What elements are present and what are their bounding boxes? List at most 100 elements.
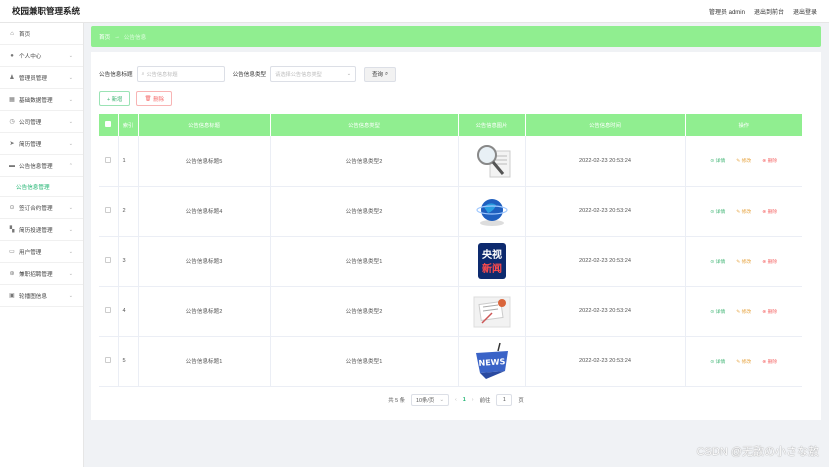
row-actions: ⊙ 详情 ✎ 修改 ⊗ 删除 [685,236,802,287]
sidebar-item-label: 简历管理 [19,141,42,148]
view-label: 详情 [715,159,726,165]
type-select[interactable]: 请选择公告信息类型 ⌄ [270,66,357,82]
header-actions: 操作 [685,114,802,136]
type-filter-label: 公告信息类型 [232,72,267,78]
row-checkbox[interactable] [105,257,112,263]
view-button[interactable]: ⊙ 详情 [710,157,725,164]
main-area: 首页 → 公告信息 公告信息标题 ⌕ 公告信息标题 公告信息类型 请选择公告信息… [91,26,821,420]
row-time: 2022-02-23 20:53:24 [525,136,686,187]
sidebar-subitem-notice[interactable]: 公告信息管理 [0,177,83,197]
row-delete-button[interactable]: ⊗ 删除 [762,358,777,365]
header-type: 公告信息类型 [270,114,459,136]
row-time: 2022-02-23 20:53:24 [525,186,686,237]
sidebar-item-items_after3[interactable]: ⊛ 兼职招聘管理 ⌄ [0,263,83,285]
row-type: 公告信息类型1 [270,336,459,387]
chevron-icon: ⌄ [68,52,73,59]
edit-label: 修改 [741,359,752,365]
row-actions: ⊙ 详情 ✎ 修改 ⊗ 删除 [685,186,802,237]
edit-button[interactable]: ✎ 修改 [736,308,751,315]
admin-label: 管理员 admin [708,9,745,16]
row-select-cell [99,336,119,387]
notice-image [472,291,512,331]
table-row: 2 公告信息标题4 公告信息类型2 2022-02-23 20:53:24 ⊙ 详情 ✎ … [99,186,802,237]
row-checkbox[interactable] [105,357,112,363]
breadcrumb-home[interactable]: 首页 [99,33,110,41]
chevron-down-icon: ⌄ [439,396,444,403]
row-time: 2022-02-23 20:53:24 [525,236,686,287]
row-type: 公告信息类型2 [270,186,459,237]
row-index: 1 [118,136,139,187]
back-to-front-link[interactable]: 退出到前台 [754,7,784,16]
title-filter-label: 公告信息标题 [99,72,133,78]
delete-label: 删除 [767,159,778,165]
type-select-placeholder: 请选择公告信息类型 [275,71,322,78]
goto-page-input[interactable]: 1 [496,393,513,406]
row-checkbox[interactable] [105,207,112,213]
page-number[interactable]: 1 [463,397,466,403]
search-button[interactable]: 查询 ⌕ [364,66,396,82]
row-actions: ⊙ 详情 ✎ 修改 ⊗ 删除 [685,336,802,387]
row-delete-button[interactable]: ⊗ 删除 [762,258,777,265]
delete-label: 删除 [767,359,778,365]
view-button[interactable]: ⊙ 详情 [710,258,725,265]
edit-button[interactable]: ✎ 修改 [736,208,751,215]
row-type: 公告信息类型2 [270,286,459,337]
view-button[interactable]: ⊙ 详情 [710,358,725,365]
chevron-icon: ⌄ [68,204,73,211]
search-button-label: 查询 [372,72,383,78]
sidebar-item-items_after4[interactable]: ▣ 轮播图信息 ⌄ [0,285,83,307]
row-checkbox[interactable] [105,156,112,163]
sidebar-item-label: 轮播图信息 [19,293,47,300]
view-button[interactable]: ⊙ 详情 [710,308,725,315]
row-checkbox[interactable] [105,307,112,313]
chevron-icon: ⌄ [68,292,73,299]
top-right-menu: 管理员 admin 退出到前台 退出登录 [709,7,817,16]
sidebar-item-items_after2[interactable]: ▭ 用户管理 ⌄ [0,241,83,263]
cctv-text-top: 央视 [482,248,502,261]
top-bar: 校园兼职管理系统 管理员 admin 退出到前台 退出登录 [0,0,829,23]
row-delete-button[interactable]: ⊗ 删除 [762,208,777,215]
row-time: 2022-02-23 20:53:24 [525,286,686,337]
row-select-cell [99,186,119,237]
watermark: CSDN @无敌の小さな敖 [696,446,819,458]
sidebar-item-items0[interactable]: ⌂ 首页 [0,23,83,45]
row-title: 公告信息标题1 [138,336,271,387]
view-button[interactable]: ⊙ 详情 [710,208,725,215]
row-delete-button[interactable]: ⊗ 删除 [762,308,777,315]
row-index: 2 [118,186,139,237]
edit-button[interactable]: ✎ 修改 [736,157,751,164]
sidebar-item-items6[interactable]: ▬ 公告信息管理 ⌃ [0,155,83,177]
row-delete-button[interactable]: ⊗ 删除 [762,157,777,164]
delete-button[interactable]: 🗑 删除 [136,91,173,106]
sidebar-item-items5[interactable]: ➤ 简历管理 ⌄ [0,133,83,155]
sidebar-item-items1[interactable]: ● 个人中心 ⌄ [0,45,83,67]
prev-page-icon[interactable]: ‹ [455,397,457,403]
row-image-cell [458,136,526,187]
header-select-all[interactable] [99,114,119,136]
edit-button[interactable]: ✎ 修改 [736,258,751,265]
row-select-cell [99,286,119,337]
select-all-checkbox[interactable] [105,121,112,127]
edit-button[interactable]: ✎ 修改 [736,358,751,365]
logout-link[interactable]: 退出登录 [793,7,817,16]
sidebar-item-items4[interactable]: ◷ 公司管理 ⌄ [0,111,83,133]
row-image-cell [458,286,526,337]
company-icon: ◷ [9,119,15,125]
sidebar-item-items2[interactable]: ♟ 管理员管理 ⌄ [0,67,83,89]
sidebar-item-items_after1[interactable]: ▚ 简历投递管理 ⌄ [0,219,83,241]
row-actions: ⊙ 详情 ✎ 修改 ⊗ 删除 [685,286,802,337]
table-row: 5 公告信息标题1 公告信息类型1 NEWS 2022-02-23 20:53:24 ⊙ … [99,336,802,387]
title-search-placeholder: 公告信息标题 [146,71,178,78]
sidebar-item-items3[interactable]: ▦ 基础数据管理 ⌄ [0,89,83,111]
next-page-icon[interactable]: › [472,397,474,403]
title-search-input[interactable]: ⌕ 公告信息标题 [136,66,225,82]
sidebar-item-items_after0[interactable]: ⊙ 签订合约管理 ⌄ [0,197,83,219]
sidebar-item-label: 公司管理 [19,119,42,126]
recruit-icon: ⊛ [9,271,15,277]
header-title: 公告信息标题 [138,114,271,136]
table-row: 1 公告信息标题5 公告信息类型2 2022-02-23 20:53:24 ⊙ 详情 ✎ … [99,136,802,187]
view-label: 详情 [715,259,726,265]
add-button[interactable]: + 新增 [99,91,131,106]
row-index: 5 [118,336,139,387]
page-size-select[interactable]: 10条/页 ⌄ [410,393,449,406]
